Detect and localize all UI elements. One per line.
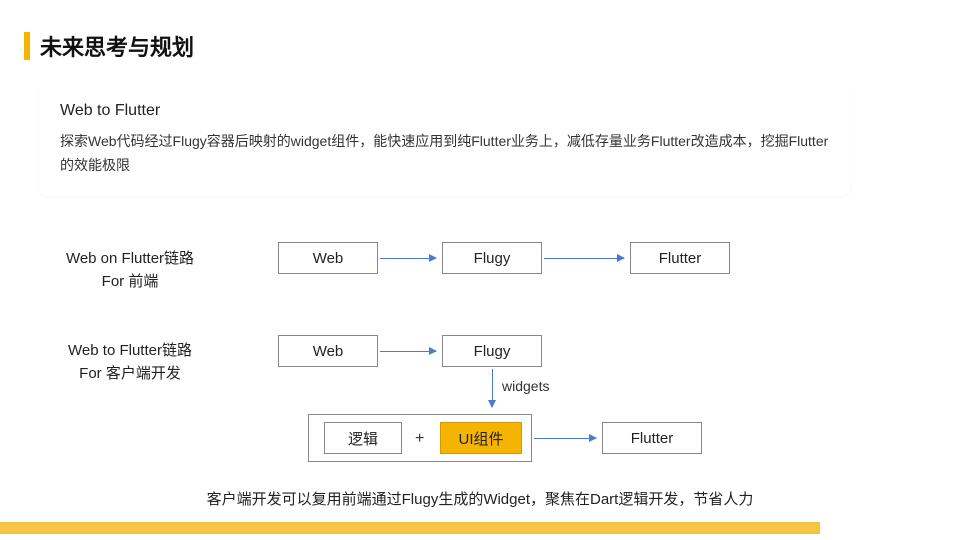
arrow-web-flugy-2 [380, 351, 436, 352]
arrow-container-flutter [534, 438, 596, 439]
node-flutter-1: Flutter [630, 242, 730, 274]
page-title: 未来思考与规划 [40, 30, 194, 62]
node-flugy-2: Flugy [442, 335, 542, 367]
arrow-flugy-ui [492, 369, 493, 407]
title-accent [24, 32, 30, 60]
bottom-stripe [0, 522, 820, 534]
node-logic: 逻辑 [324, 422, 402, 454]
arrow-web-flugy-1 [380, 258, 436, 259]
node-flutter-2: Flutter [602, 422, 702, 454]
edge-widgets-label: widgets [502, 378, 549, 394]
node-flugy-1: Flugy [442, 242, 542, 274]
node-ui: UI组件 [440, 422, 522, 454]
arrow-flugy-flutter-1 [544, 258, 624, 259]
node-web-2: Web [278, 335, 378, 367]
slide: 未来思考与规划 Web to Flutter 探索Web代码经过Flugy容器后… [0, 0, 960, 540]
footer-text: 客户端开发可以复用前端通过Flugy生成的Widget，聚焦在Dart逻辑开发，… [0, 488, 960, 509]
node-web-1: Web [278, 242, 378, 274]
plus-sign: + [415, 430, 424, 448]
diagram-area: Web Flugy Flutter Web Flugy widgets 逻辑 +… [0, 230, 960, 490]
info-card: Web to Flutter 探索Web代码经过Flugy容器后映射的widge… [40, 86, 850, 196]
card-title: Web to Flutter [60, 102, 830, 120]
card-body: 探索Web代码经过Flugy容器后映射的widget组件，能快速应用到纯Flut… [60, 130, 830, 178]
title-bar: 未来思考与规划 [24, 30, 194, 62]
